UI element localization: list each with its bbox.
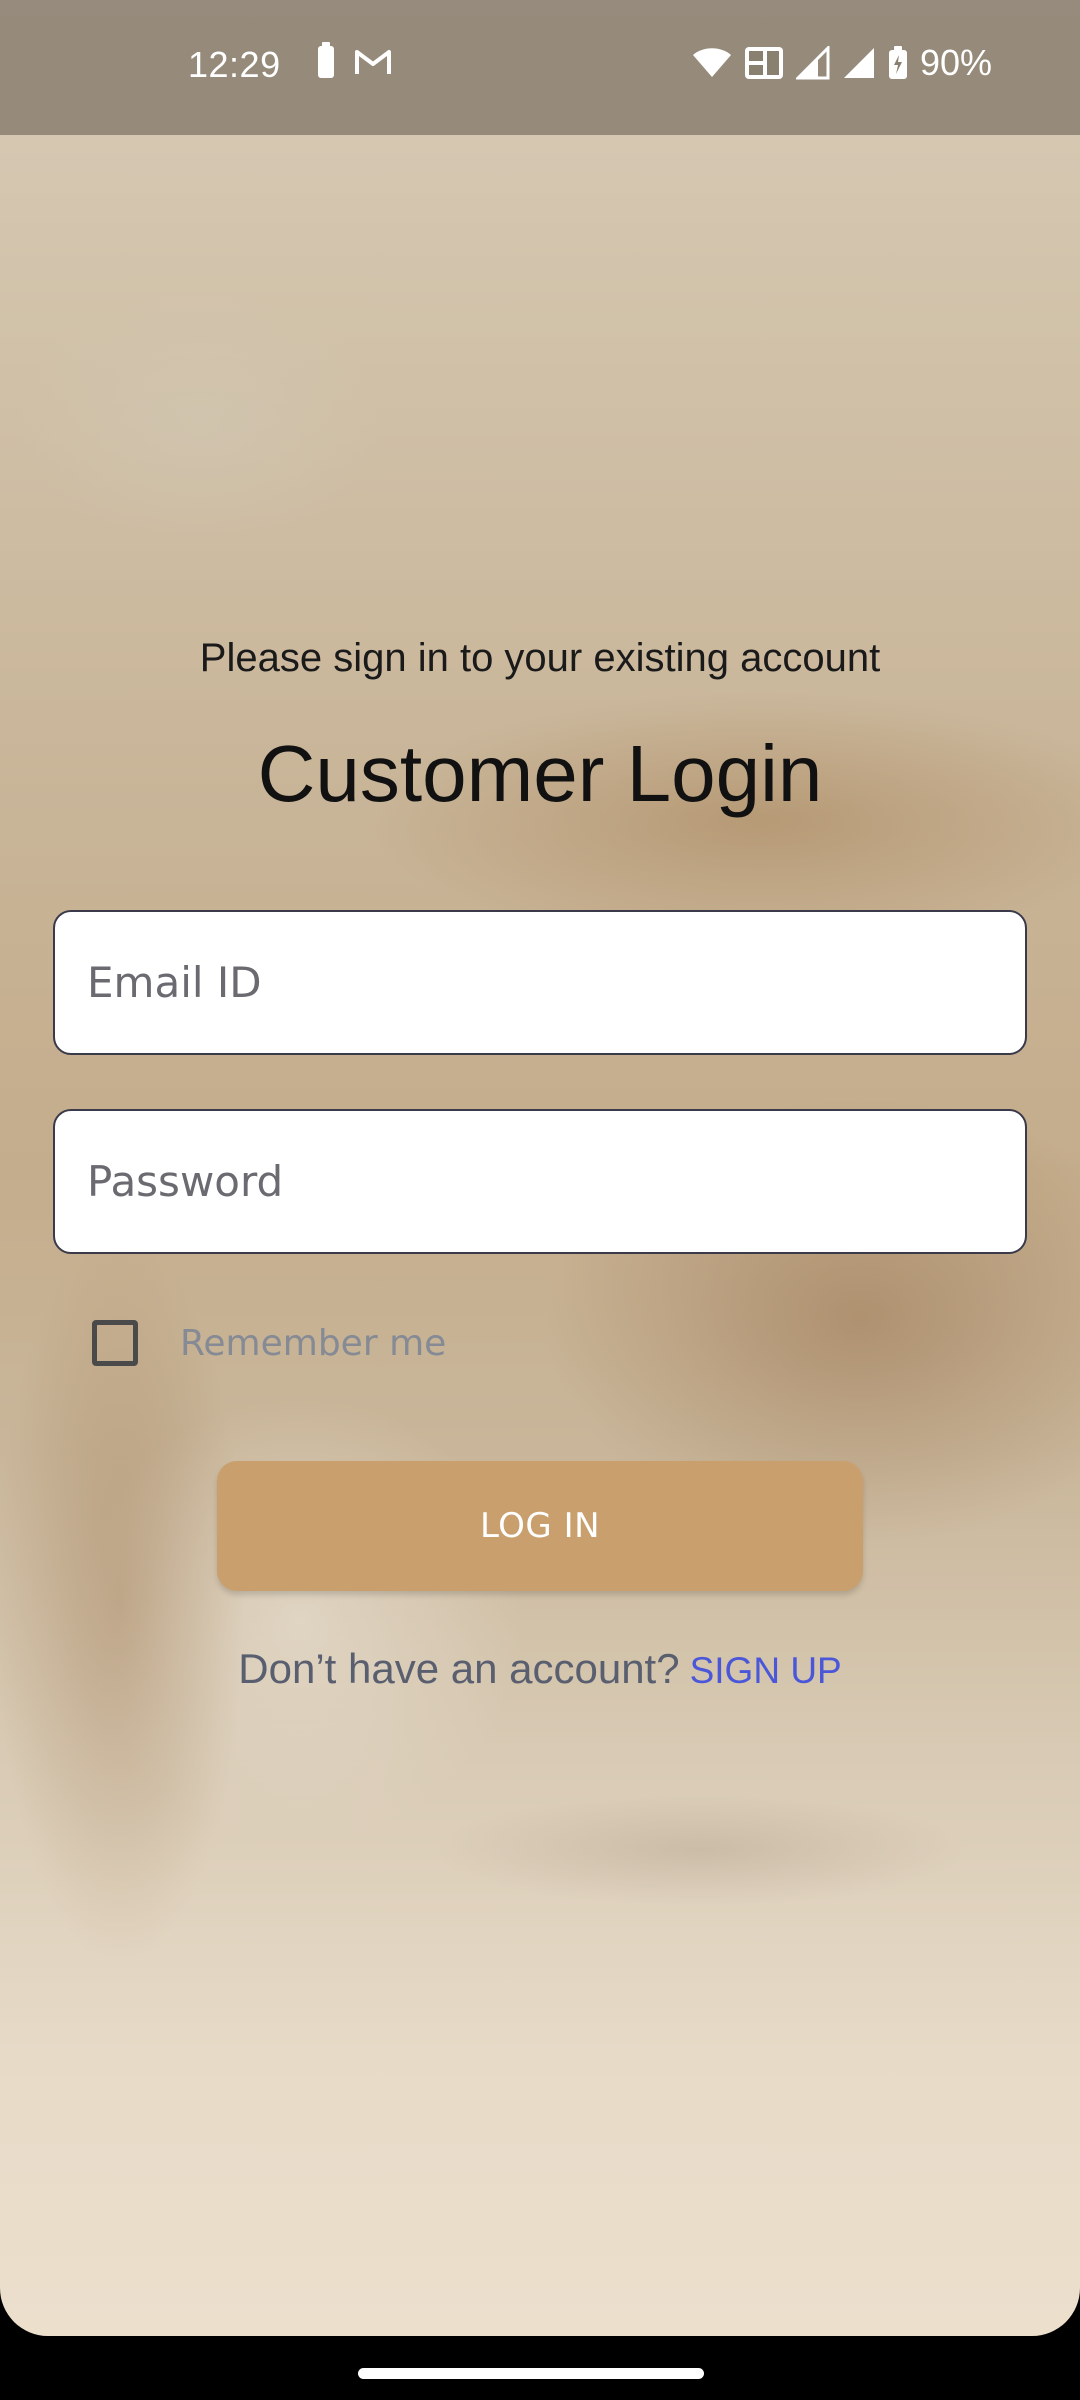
login-content: Please sign in to your existing account …	[0, 0, 1080, 2336]
remember-me-checkbox[interactable]	[92, 1320, 138, 1366]
signup-prompt: Don’t have an account? SIGN UP	[0, 1645, 1080, 1693]
page-title: Customer Login	[257, 729, 823, 818]
remember-me-row[interactable]: Remember me	[92, 1320, 446, 1366]
navigation-bar	[0, 2336, 1080, 2400]
home-gesture-handle[interactable]	[358, 2368, 704, 2379]
email-field[interactable]	[85, 957, 1025, 1008]
remember-me-label[interactable]: Remember me	[180, 1323, 446, 1364]
phone-screen: 12:29 90% Please sign in to your existin…	[0, 0, 1080, 2400]
login-subtitle: Please sign in to your existing account	[199, 636, 881, 680]
password-field[interactable]	[85, 1156, 1025, 1207]
email-field-container[interactable]	[53, 910, 1027, 1055]
app-background: 12:29 90% Please sign in to your existin…	[0, 0, 1080, 2336]
password-field-container[interactable]	[53, 1109, 1027, 1254]
login-button[interactable]: LOG IN	[217, 1461, 863, 1591]
signup-link[interactable]: SIGN UP	[690, 1650, 842, 1691]
no-account-text: Don’t have an account?	[238, 1645, 680, 1692]
